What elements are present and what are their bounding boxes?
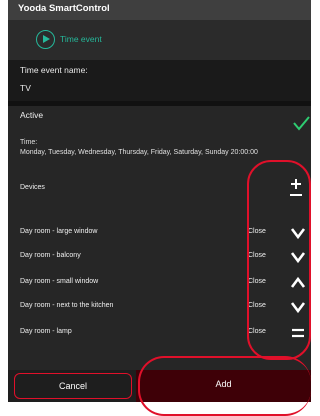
event-header: Time event xyxy=(8,20,311,60)
active-label: Active xyxy=(20,110,44,120)
devices-highlight xyxy=(247,160,311,360)
event-name-panel[interactable]: Time event name: TV xyxy=(8,60,311,101)
event-name-label: Time event name: xyxy=(20,65,88,75)
device-name: Day room - next to the kitchen xyxy=(20,302,114,309)
time-label: Time: xyxy=(20,139,38,146)
devices-label: Devices xyxy=(20,184,45,191)
device-name: Day room - balcony xyxy=(20,252,81,259)
time-value[interactable]: Monday, Tuesday, Wednesday, Thursday, Fr… xyxy=(20,149,258,156)
device-name: Day room - lamp xyxy=(20,328,72,335)
event-settings-panel: Active Time: Monday, Tuesday, Wednesday,… xyxy=(8,106,311,168)
add-button-highlight xyxy=(138,356,311,416)
device-name: Day room - small window xyxy=(20,278,99,285)
device-name: Day room - large window xyxy=(20,228,98,235)
app-window: Yooda SmartControl Time event Time event… xyxy=(8,0,311,402)
event-type-label: Time event xyxy=(60,34,102,44)
check-icon[interactable] xyxy=(292,114,310,132)
event-name-field[interactable]: TV xyxy=(20,83,31,93)
play-circle-icon xyxy=(36,30,55,49)
app-title: Yooda SmartControl xyxy=(8,0,311,20)
cancel-button[interactable]: Cancel xyxy=(14,373,132,399)
